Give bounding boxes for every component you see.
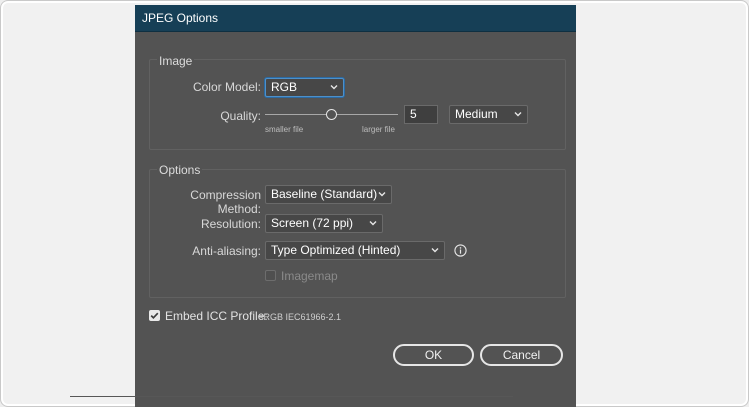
larger-file-label: larger file xyxy=(362,125,395,134)
imagemap-checkbox[interactable] xyxy=(265,270,276,281)
compression-method-value: Baseline (Standard) xyxy=(271,187,378,201)
color-model-select[interactable]: RGB xyxy=(265,78,344,97)
imagemap-label: Imagemap xyxy=(281,269,338,283)
quality-value: 5 xyxy=(410,107,417,121)
jpeg-options-dialog: JPEG Options Image Color Model: RGB Qual… xyxy=(135,5,576,407)
color-model-label: Color Model: xyxy=(192,80,261,94)
anti-aliasing-value: Type Optimized (Hinted) xyxy=(271,243,401,257)
quality-preset-value: Medium xyxy=(455,107,498,121)
anti-aliasing-select[interactable]: Type Optimized (Hinted) xyxy=(265,241,445,260)
chevron-down-icon xyxy=(378,192,386,197)
dialog-title: JPEG Options xyxy=(135,5,576,32)
embed-icc-checkbox[interactable] xyxy=(149,310,160,321)
checkmark-icon xyxy=(150,312,159,320)
color-model-value: RGB xyxy=(271,80,298,94)
divider xyxy=(70,396,513,397)
chevron-down-icon xyxy=(369,221,377,226)
info-icon[interactable] xyxy=(454,244,467,257)
chevron-down-icon xyxy=(514,112,522,117)
ok-button[interactable]: OK xyxy=(393,344,474,366)
compression-method-label: Compression Method: xyxy=(190,188,261,216)
image-section-label: Image xyxy=(157,54,195,68)
chevron-down-icon xyxy=(330,85,338,90)
quality-preset-select[interactable]: Medium xyxy=(449,105,528,124)
compression-method-select[interactable]: Baseline (Standard) xyxy=(265,185,392,204)
resolution-select[interactable]: Screen (72 ppi) xyxy=(265,214,383,233)
smaller-file-label: smaller file xyxy=(265,125,304,134)
quality-number-input[interactable]: 5 xyxy=(404,105,438,124)
cancel-button[interactable]: Cancel xyxy=(480,344,563,366)
quality-label: Quality: xyxy=(220,109,261,123)
quality-slider-thumb[interactable] xyxy=(326,109,337,120)
resolution-value: Screen (72 ppi) xyxy=(271,216,354,230)
embed-icc-label: Embed ICC Profile: xyxy=(165,309,268,323)
options-section-label: Options xyxy=(157,163,203,177)
icc-profile-value: sRGB IEC61966-2.1 xyxy=(259,312,342,322)
chevron-down-icon xyxy=(431,248,439,253)
anti-aliasing-label: Anti-aliasing: xyxy=(192,244,261,258)
resolution-label: Resolution: xyxy=(200,217,261,231)
